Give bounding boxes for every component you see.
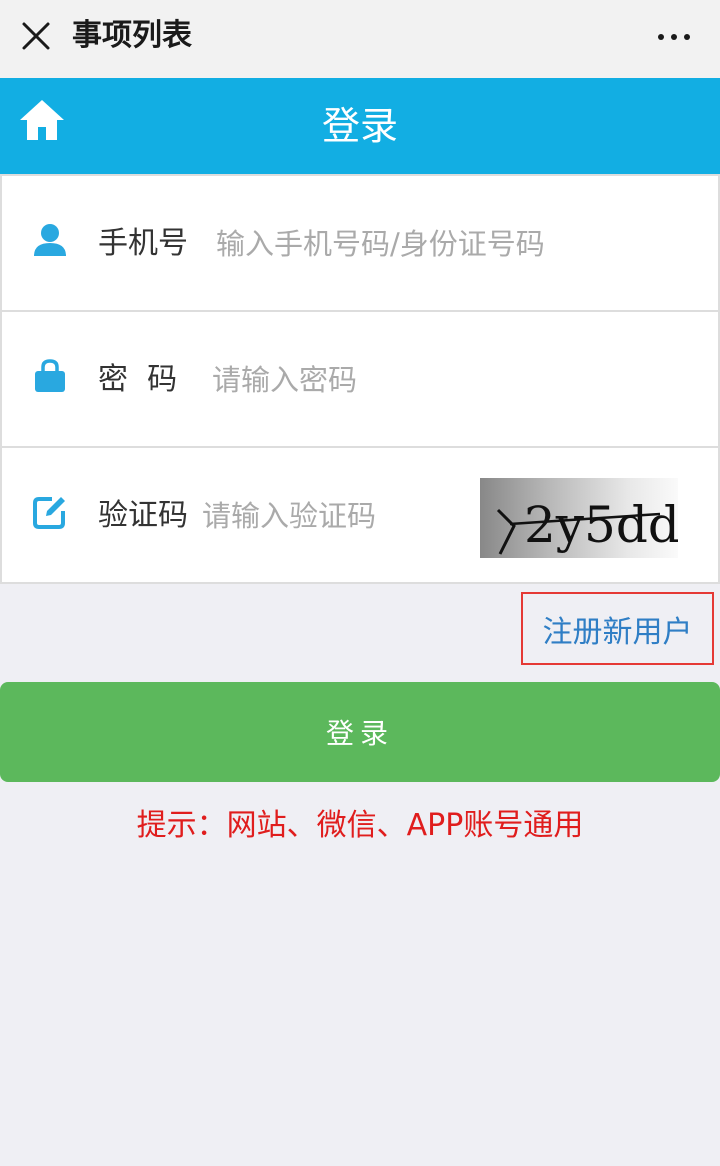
- more-button[interactable]: [652, 22, 696, 52]
- login-form: 手机号 密 码 验证码: [0, 174, 720, 584]
- login-header: 登录: [0, 78, 720, 174]
- captcha-text: 2y5dd: [524, 496, 678, 554]
- hint-text: 提示：网站、微信、APP账号通用: [136, 808, 584, 843]
- captcha-row: 验证码 2y5dd: [2, 448, 718, 584]
- phone-label: 手机号: [98, 226, 188, 261]
- captcha-image[interactable]: 2y5dd: [480, 478, 678, 558]
- edit-icon: [33, 497, 65, 529]
- phone-row: 手机号: [2, 176, 718, 312]
- header-title: 登录: [321, 104, 398, 148]
- close-icon: [22, 22, 50, 50]
- lock-icon: [35, 359, 65, 392]
- password-label: 密 码: [98, 362, 178, 397]
- close-button[interactable]: [18, 18, 54, 54]
- top-nav-bar: 事项列表: [0, 0, 720, 78]
- register-link[interactable]: 注册新用户: [521, 592, 714, 665]
- password-row: 密 码: [2, 312, 718, 448]
- home-icon: [20, 100, 64, 140]
- password-input[interactable]: [212, 354, 692, 406]
- captcha-label: 验证码: [98, 498, 188, 533]
- phone-input[interactable]: [216, 218, 696, 270]
- home-button[interactable]: [18, 96, 66, 144]
- login-button[interactable]: 登录: [0, 682, 720, 782]
- more-icon: [658, 34, 690, 40]
- page-title: 事项列表: [72, 18, 192, 53]
- user-icon: [34, 224, 66, 256]
- captcha-input[interactable]: [202, 490, 472, 542]
